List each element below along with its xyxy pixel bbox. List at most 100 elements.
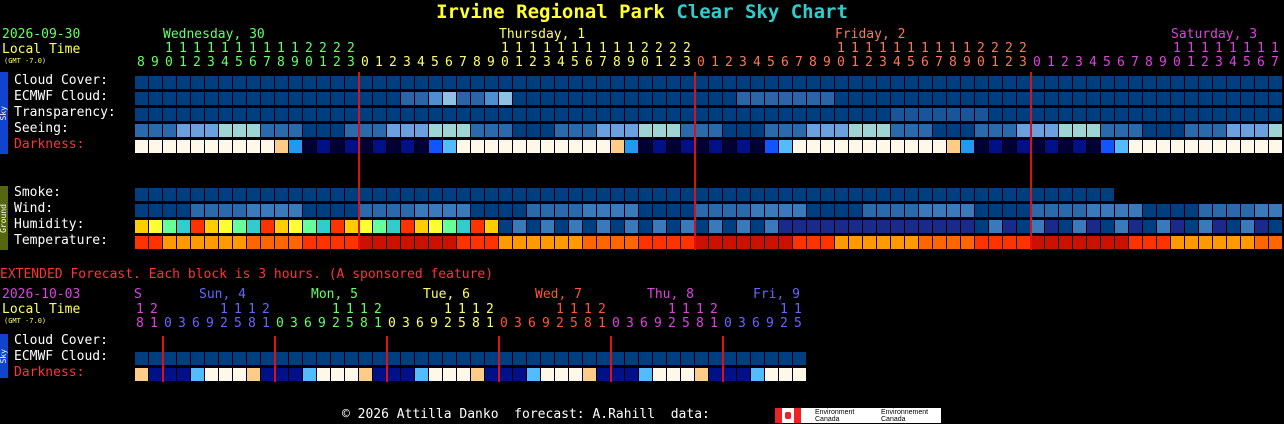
wind-cell (1143, 204, 1156, 217)
ext-label-cloud-cover[interactable]: Cloud Cover: (14, 334, 108, 348)
hour-ones-digit: 9 (1159, 55, 1167, 70)
smoke-cell (793, 188, 806, 201)
ext-ecmwf-cell (275, 352, 288, 365)
smoke-cell (303, 188, 316, 201)
ext-ecmwf-cell (135, 352, 148, 365)
label-cloud-cover[interactable]: Cloud Cover: (14, 74, 108, 88)
ext-ecmwf-cell (499, 352, 512, 365)
transparency-cell (877, 108, 890, 121)
wind-cell (1171, 204, 1184, 217)
temperature-cell (1059, 236, 1072, 249)
temperature-cell (1045, 236, 1058, 249)
transparency-cell (457, 108, 470, 121)
darkness-cell (163, 140, 176, 153)
environment-canada-logo[interactable]: Environment Canada Environnement Canada (801, 408, 941, 423)
label-ecmwf-cloud[interactable]: ECMWF Cloud: (14, 90, 108, 104)
seeing-cell (961, 124, 974, 137)
seeing-cell (317, 124, 330, 137)
smoke-cell (919, 188, 932, 201)
temperature-cell (751, 236, 764, 249)
ecmwf-cloud-cell (667, 92, 680, 105)
label-wind[interactable]: Wind: (14, 202, 53, 216)
ecmwf-cloud-cell (1157, 92, 1170, 105)
humidity-cell (1171, 220, 1184, 233)
hour-ones-digit: 3 (543, 55, 551, 70)
ext-hour-ones-digit: 1 (374, 316, 382, 331)
ext-ecmwf-cell (569, 352, 582, 365)
darkness-cell (863, 140, 876, 153)
smoke-cell (261, 188, 274, 201)
ext-label-ecmwf-cloud[interactable]: ECMWF Cloud: (14, 350, 108, 364)
seeing-cell (303, 124, 316, 137)
wind-cell (149, 204, 162, 217)
darkness-cell (429, 140, 442, 153)
smoke-cell (331, 188, 344, 201)
ext-hour-ones-digit: 8 (584, 316, 592, 331)
transparency-cell (401, 108, 414, 121)
hour-ones-digit: 1 (851, 55, 859, 70)
hour-tens-digit: 1 (515, 41, 523, 56)
label-humidity[interactable]: Humidity: (14, 218, 84, 232)
temperature-cell (625, 236, 638, 249)
smoke-cell (373, 188, 386, 201)
cloud-cover-cell (597, 76, 610, 89)
label-smoke[interactable]: Smoke: (14, 186, 61, 200)
transparency-cell (303, 108, 316, 121)
ext-darkness-cell (303, 368, 316, 381)
hour-tens-digit: 1 (837, 41, 845, 56)
ext-ecmwf-cell (289, 352, 302, 365)
humidity-cell (891, 220, 904, 233)
label-temperature[interactable]: Temperature: (14, 234, 108, 248)
cloud-cover-cell (485, 76, 498, 89)
humidity-cell (597, 220, 610, 233)
transparency-cell (219, 108, 232, 121)
wind-cell (135, 204, 148, 217)
transparency-cell (709, 108, 722, 121)
wind-cell (219, 204, 232, 217)
ext-midnight-line (498, 336, 500, 382)
hour-ones-digit: 6 (585, 55, 593, 70)
seeing-cell (1227, 124, 1240, 137)
ext-hour-ones-digit: 5 (682, 316, 690, 331)
wind-cell (1255, 204, 1268, 217)
cloud-cover-cell (1017, 76, 1030, 89)
ecmwf-cloud-cell (205, 92, 218, 105)
wind-cell (387, 204, 400, 217)
label-seeing[interactable]: Seeing: (14, 122, 69, 136)
ext-midnight-line (610, 336, 612, 382)
cloud-cover-cell (1073, 76, 1086, 89)
canada-flag-icon[interactable] (775, 408, 801, 423)
ext-darkness-cell (275, 368, 288, 381)
hour-ones-digit: 0 (1033, 55, 1041, 70)
seeing-cell (1269, 124, 1282, 137)
hour-ones-digit: 9 (627, 55, 635, 70)
ext-hour-tens-digit: 1 (360, 302, 368, 317)
cloud-cover-cell (177, 76, 190, 89)
ext-hour-ones-digit: 0 (276, 316, 284, 331)
label-transparency[interactable]: Transparency: (14, 106, 116, 120)
ecmwf-cloud-cell (793, 92, 806, 105)
humidity-cell (303, 220, 316, 233)
hour-ones-digit: 6 (249, 55, 257, 70)
darkness-cell (625, 140, 638, 153)
hour-tens-digit: 1 (963, 41, 971, 56)
cloud-cover-cell (443, 76, 456, 89)
ext-darkness-cell (331, 368, 344, 381)
wind-cell (233, 204, 246, 217)
header-gmt: (GMT -7.0) (4, 57, 47, 65)
temperature-cell (135, 236, 148, 249)
darkness-cell (905, 140, 918, 153)
seeing-cell (457, 124, 470, 137)
seeing-cell (1255, 124, 1268, 137)
darkness-cell (835, 140, 848, 153)
ecmwf-cloud-cell (947, 92, 960, 105)
transparency-cell (1157, 108, 1170, 121)
transparency-cell (1199, 108, 1212, 121)
label-darkness[interactable]: Darkness: (14, 138, 84, 152)
cloud-cover-cell (569, 76, 582, 89)
cloud-cover-cell (737, 76, 750, 89)
ext-label-darkness[interactable]: Darkness: (14, 366, 84, 380)
darkness-cell (1213, 140, 1226, 153)
darkness-cell (373, 140, 386, 153)
transparency-cell (541, 108, 554, 121)
